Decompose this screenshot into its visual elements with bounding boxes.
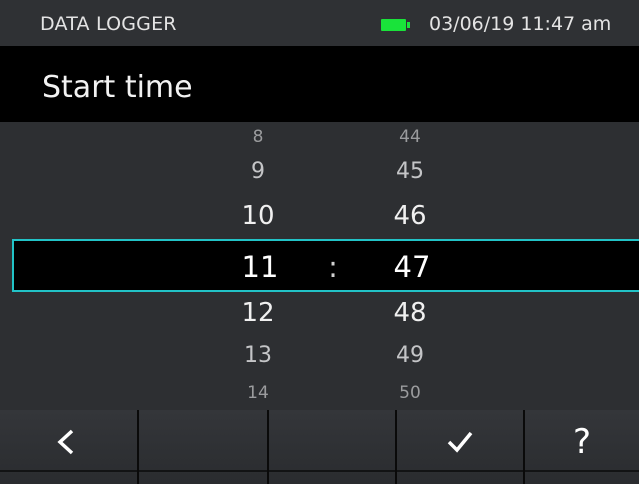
chevron-left-icon	[56, 429, 73, 455]
minute-option[interactable]: 46	[365, 201, 455, 231]
minute-option[interactable]: 49	[365, 343, 455, 368]
back-button[interactable]	[0, 410, 137, 484]
help-button[interactable]: ?	[523, 410, 639, 484]
minute-option[interactable]: 48	[365, 298, 455, 328]
hour-option[interactable]: 13	[213, 343, 303, 368]
selected-time-row[interactable]: 11 : 47	[12, 239, 639, 292]
hour-option[interactable]: 14	[213, 383, 303, 403]
selected-minute[interactable]: 47	[367, 250, 457, 284]
minute-option[interactable]: 45	[365, 159, 455, 184]
checkmark-icon	[447, 431, 473, 453]
confirm-button[interactable]	[395, 410, 523, 484]
softkey-bar: ?	[0, 410, 639, 484]
minute-option[interactable]: 50	[365, 383, 455, 403]
app-title: DATA LOGGER	[40, 13, 177, 35]
minute-option[interactable]: 44	[365, 127, 455, 147]
softkey-3-button[interactable]	[267, 410, 395, 484]
page-title: Start time	[42, 70, 193, 105]
hour-option[interactable]: 9	[213, 159, 303, 184]
softkey-2-button[interactable]	[137, 410, 267, 484]
hour-option[interactable]: 8	[213, 127, 303, 147]
battery-full-icon	[381, 19, 410, 31]
title-bar: Start time	[0, 46, 639, 122]
time-separator: :	[328, 250, 338, 284]
status-datetime: 03/06/19 11:47 am	[429, 13, 612, 35]
selected-hour[interactable]: 11	[215, 250, 305, 284]
hour-option[interactable]: 10	[213, 201, 303, 231]
status-bar: DATA LOGGER 03/06/19 11:47 am	[0, 0, 639, 46]
question-icon: ?	[572, 422, 592, 462]
hour-option[interactable]: 12	[213, 298, 303, 328]
